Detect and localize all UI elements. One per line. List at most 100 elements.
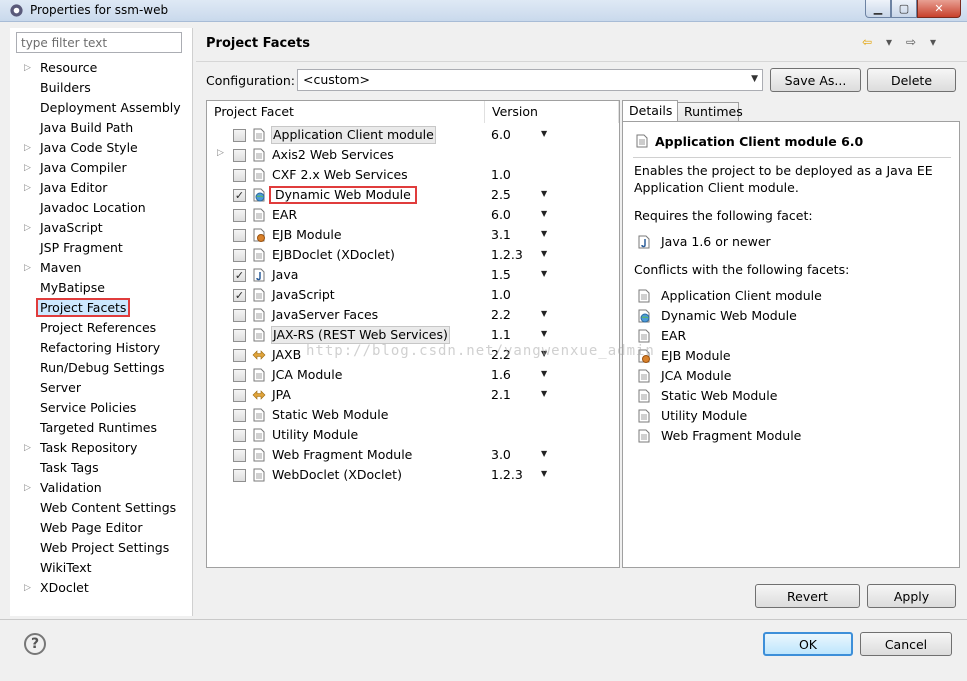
cancel-button[interactable]: Cancel	[860, 632, 952, 656]
back-menu-chevron-icon[interactable]: ▾	[880, 35, 898, 49]
nav-item[interactable]: Web Project Settings	[40, 539, 169, 557]
delete-button[interactable]: Delete	[867, 68, 956, 92]
expand-arrow-icon[interactable]: ▷	[24, 179, 34, 197]
facet-row[interactable]: EJB Module 3.1 ▼	[207, 225, 619, 245]
filter-input[interactable]	[16, 32, 182, 53]
nav-item[interactable]: Project Facets	[36, 298, 131, 317]
tab-details[interactable]: Details	[622, 100, 678, 122]
facet-row[interactable]: ▷ Axis2 Web Services	[207, 145, 619, 165]
nav-item[interactable]: ▷ Resource	[24, 59, 97, 77]
nav-item[interactable]: Web Page Editor	[40, 519, 142, 537]
nav-item[interactable]: WikiText	[40, 559, 92, 577]
facet-row[interactable]: ✓ Dynamic Web Module 2.5 ▼	[207, 185, 619, 205]
facet-checkbox[interactable]	[233, 229, 246, 242]
expand-arrow-icon[interactable]: ▷	[24, 59, 34, 77]
nav-item[interactable]: ▷ JavaScript	[24, 219, 103, 237]
facet-version[interactable]: 3.0	[491, 446, 511, 464]
version-dropdown-icon[interactable]: ▼	[541, 249, 547, 258]
facet-row[interactable]: JavaServer Faces 2.2 ▼	[207, 305, 619, 325]
version-dropdown-icon[interactable]: ▼	[541, 129, 547, 138]
expand-arrow-icon[interactable]: ▷	[24, 159, 34, 177]
facet-checkbox[interactable]	[233, 409, 246, 422]
maximize-button[interactable]: ▢	[891, 0, 917, 18]
nav-item[interactable]: MyBatipse	[40, 279, 105, 297]
facet-row[interactable]: JPA 2.1 ▼	[207, 385, 619, 405]
expand-arrow-icon[interactable]: ▷	[24, 219, 34, 237]
facet-version[interactable]: 6.0	[491, 206, 511, 224]
version-dropdown-icon[interactable]: ▼	[541, 329, 547, 338]
expand-arrow-icon[interactable]: ▷	[217, 148, 224, 158]
version-dropdown-icon[interactable]: ▼	[541, 389, 547, 398]
version-dropdown-icon[interactable]: ▼	[541, 269, 547, 278]
facet-checkbox[interactable]: ✓	[233, 269, 246, 282]
nav-item[interactable]: Server	[40, 379, 81, 397]
facet-version[interactable]: 1.5	[491, 266, 511, 284]
facet-checkbox[interactable]: ✓	[233, 289, 246, 302]
help-icon[interactable]: ?	[24, 633, 46, 655]
facet-version[interactable]: 1.6	[491, 366, 511, 384]
nav-item[interactable]: ▷ Java Compiler	[24, 159, 127, 177]
facet-row[interactable]: CXF 2.x Web Services 1.0	[207, 165, 619, 185]
version-dropdown-icon[interactable]: ▼	[541, 209, 547, 218]
facet-version[interactable]: 3.1	[491, 226, 511, 244]
version-dropdown-icon[interactable]: ▼	[541, 229, 547, 238]
facet-version[interactable]: 2.1	[491, 386, 511, 404]
view-menu-chevron-icon[interactable]: ▾	[924, 35, 942, 49]
expand-arrow-icon[interactable]: ▷	[24, 579, 34, 597]
configuration-combo[interactable]: <custom> ▼	[297, 69, 763, 91]
facet-checkbox[interactable]	[233, 389, 246, 402]
version-dropdown-icon[interactable]: ▼	[541, 469, 547, 478]
facet-checkbox[interactable]	[233, 169, 246, 182]
facet-checkbox[interactable]	[233, 449, 246, 462]
expand-arrow-icon[interactable]: ▷	[24, 439, 34, 457]
facet-version[interactable]: 1.0	[491, 286, 511, 304]
nav-item[interactable]: Builders	[40, 79, 91, 97]
nav-item[interactable]: Refactoring History	[40, 339, 160, 357]
facet-row[interactable]: Utility Module	[207, 425, 619, 445]
forward-arrow-icon[interactable]: ⇨	[902, 35, 920, 49]
close-button[interactable]: ✕	[917, 0, 961, 18]
facet-checkbox[interactable]	[233, 349, 246, 362]
facet-row[interactable]: ✓ JavaScript 1.0	[207, 285, 619, 305]
nav-item[interactable]: JSP Fragment	[40, 239, 123, 257]
column-header-facet[interactable]: Project Facet	[207, 101, 485, 123]
facet-row[interactable]: Static Web Module	[207, 405, 619, 425]
facet-checkbox[interactable]: ✓	[233, 189, 246, 202]
nav-item[interactable]: ▷ XDoclet	[24, 579, 89, 597]
facet-checkbox[interactable]	[233, 329, 246, 342]
version-dropdown-icon[interactable]: ▼	[541, 309, 547, 318]
facet-row[interactable]: JAX-RS (REST Web Services) 1.1 ▼	[207, 325, 619, 345]
back-arrow-icon[interactable]: ⇦	[858, 35, 876, 49]
version-dropdown-icon[interactable]: ▼	[541, 189, 547, 198]
nav-item[interactable]: Targeted Runtimes	[40, 419, 157, 437]
ok-button[interactable]: OK	[763, 632, 853, 656]
version-dropdown-icon[interactable]: ▼	[541, 449, 547, 458]
facet-row[interactable]: EAR 6.0 ▼	[207, 205, 619, 225]
facet-version[interactable]: 1.1	[491, 326, 511, 344]
expand-arrow-icon[interactable]: ▷	[24, 259, 34, 277]
facet-version[interactable]: 2.2	[491, 306, 511, 324]
apply-button[interactable]: Apply	[867, 584, 956, 608]
nav-item[interactable]: Java Build Path	[40, 119, 133, 137]
nav-item[interactable]: ▷ Java Code Style	[24, 139, 138, 157]
facet-version[interactable]: 6.0	[491, 126, 511, 144]
facet-version[interactable]: 1.2.3	[491, 246, 523, 264]
facet-row[interactable]: Web Fragment Module 3.0 ▼	[207, 445, 619, 465]
save-as-button[interactable]: Save As...	[770, 68, 861, 92]
facet-version[interactable]: 2.5	[491, 186, 511, 204]
revert-button[interactable]: Revert	[755, 584, 860, 608]
nav-item[interactable]: ▷ Task Repository	[24, 439, 137, 457]
facet-checkbox[interactable]	[233, 209, 246, 222]
nav-item[interactable]: Service Policies	[40, 399, 136, 417]
tab-runtimes[interactable]: Runtimes	[677, 102, 743, 122]
facet-row[interactable]: JCA Module 1.6 ▼	[207, 365, 619, 385]
nav-item[interactable]: ▷ Java Editor	[24, 179, 107, 197]
facet-checkbox[interactable]	[233, 149, 246, 162]
facet-version[interactable]: 1.0	[491, 166, 511, 184]
nav-item[interactable]: Deployment Assembly	[40, 99, 181, 117]
expand-arrow-icon[interactable]: ▷	[24, 479, 34, 497]
expand-arrow-icon[interactable]: ▷	[24, 139, 34, 157]
facet-checkbox[interactable]	[233, 309, 246, 322]
facet-checkbox[interactable]	[233, 249, 246, 262]
nav-item[interactable]: ▷ Validation	[24, 479, 102, 497]
